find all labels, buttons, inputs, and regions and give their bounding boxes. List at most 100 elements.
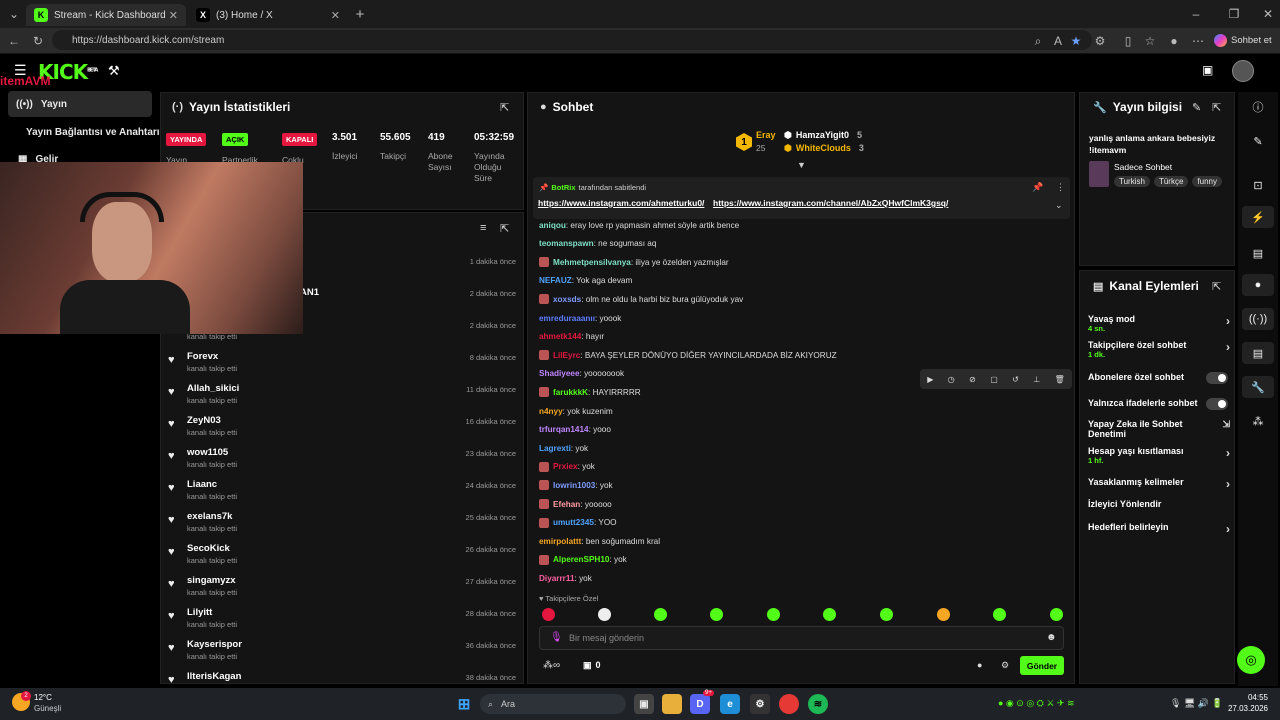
chat-message[interactable]: Prxiex : yok xyxy=(539,460,595,474)
gear-icon[interactable]: ⚙ xyxy=(1001,660,1009,671)
pinned-link-1[interactable]: https://www.instagram.com/ahmetturku0/ xyxy=(538,198,704,208)
more-icon[interactable]: ⋮ xyxy=(1056,182,1065,193)
chat-username[interactable]: LilEyrc xyxy=(553,351,580,360)
timeout-icon[interactable]: ◷ xyxy=(948,375,955,384)
layout-icon[interactable]: ▤ xyxy=(1242,342,1274,364)
chat-username[interactable]: AlperenSPH10 xyxy=(553,555,609,564)
leaderboard-entry[interactable]: ⬢ HamzaYigit0 5 xyxy=(784,130,862,141)
chat-username[interactable]: teomanspawn xyxy=(539,239,594,248)
spotify-icon[interactable]: ≋ xyxy=(808,694,828,714)
windows-start-icon[interactable]: ⊞ xyxy=(454,694,474,714)
chat-message[interactable]: Diyarrr11 : yok xyxy=(539,571,592,585)
emoji-icon[interactable]: ☻ xyxy=(1046,632,1057,643)
activity-name[interactable]: singamyzx xyxy=(187,575,236,586)
read-aloud-icon[interactable]: A xyxy=(1048,31,1068,51)
chat-message[interactable]: xoxsds : olm ne oldu la harbi biz bura g… xyxy=(539,292,743,306)
send-button[interactable]: Gönder xyxy=(1020,656,1064,675)
chat-username[interactable]: xoxsds xyxy=(553,295,581,304)
emote-button[interactable] xyxy=(1050,608,1063,621)
chat-username[interactable]: n4nyy xyxy=(539,407,563,416)
chat-username[interactable]: lowrin1003 xyxy=(553,481,595,490)
chat-message[interactable]: Mehmetpensilvanya : iliya ye özelden yaz… xyxy=(539,255,729,269)
steam-icon[interactable]: ⚙ xyxy=(750,694,770,714)
activity-name[interactable]: Kayserispor xyxy=(187,639,242,650)
chat-username[interactable]: emirpolattt xyxy=(539,537,581,546)
chat-message[interactable]: farukkkK : HAYIRRRRR xyxy=(539,385,641,399)
chat-username[interactable]: Lagrexti xyxy=(539,444,571,453)
activity-name[interactable]: Lilyitt xyxy=(187,607,212,618)
extensions-icon[interactable]: ⚙ xyxy=(1090,31,1110,51)
channel-action-item[interactable]: Hesap yaşı kısıtlaması 1 hf. › xyxy=(1088,446,1230,465)
emote-button[interactable] xyxy=(993,608,1006,621)
activity-name[interactable]: Liaanc xyxy=(187,479,217,490)
channel-action-item[interactable]: Yalnızca ifadelerle sohbet xyxy=(1088,398,1228,410)
tray-icons[interactable]: ● ◉ ⊙ ◎ ⛭ ⚔ ✈ ≋ xyxy=(998,698,1075,709)
chat-username[interactable]: Prxiex xyxy=(553,462,578,471)
tag[interactable]: funny xyxy=(1192,176,1222,187)
channel-action-item[interactable]: Abonelere özel sohbet xyxy=(1088,372,1228,384)
channel-points-icon[interactable]: ⁂∞ xyxy=(543,660,560,671)
emote-button[interactable] xyxy=(710,608,723,621)
popout-icon[interactable]: ⇱ xyxy=(500,222,509,235)
window-close-icon[interactable]: ✕ xyxy=(1258,4,1278,24)
copilot-button[interactable]: Sohbet et xyxy=(1214,32,1272,48)
chat-message[interactable]: trfurqan1414 : yooo xyxy=(539,423,611,437)
chat-message[interactable]: Shadiyeee : yoooooook xyxy=(539,367,624,381)
edge-icon[interactable]: e xyxy=(720,694,740,714)
system-tray-icons[interactable]: 🎙 🖥 🔊 🔋 xyxy=(1170,698,1223,709)
tag[interactable]: Türkçe xyxy=(1153,176,1189,187)
emote-button[interactable] xyxy=(654,608,667,621)
info-icon[interactable]: ⓘ xyxy=(1242,96,1274,118)
tab-kick-dashboard[interactable]: K Stream - Kick Dashboard ✕ xyxy=(26,4,186,26)
tab-list-icon[interactable]: ⌄ xyxy=(4,4,24,24)
file-explorer-icon[interactable] xyxy=(662,694,682,714)
chat-message[interactable]: AlperenSPH10 : yok xyxy=(539,553,627,567)
popout-icon[interactable]: ⇱ xyxy=(1212,101,1221,114)
chrome-icon[interactable] xyxy=(779,694,799,714)
chat-message[interactable]: n4nyy : yok kuzenim xyxy=(539,404,613,418)
popout-icon[interactable]: ⇱ xyxy=(1212,280,1221,293)
taskbar-search[interactable]: ⌕ Ara xyxy=(480,694,626,714)
document-icon[interactable]: ▤ xyxy=(1242,242,1274,264)
close-icon[interactable]: ✕ xyxy=(331,9,340,22)
trash-icon[interactable]: 🗑 xyxy=(1055,375,1065,384)
chat-icon[interactable]: ● xyxy=(1242,274,1274,296)
pen-icon[interactable]: ✎ xyxy=(1242,130,1274,152)
weather-temp[interactable]: 12°C xyxy=(34,693,52,702)
support-icon[interactable]: ◎ xyxy=(1237,646,1265,674)
channel-action-item[interactable]: Yasaklanmış kelimeler › xyxy=(1088,477,1230,491)
unpin-icon[interactable]: 📌 xyxy=(1032,182,1043,193)
chat-message[interactable]: teomanspawn : ne soguması aq xyxy=(539,237,656,251)
copy-icon[interactable]: ▢ xyxy=(990,375,998,384)
chat-message[interactable]: ahmetk144 : hayır xyxy=(539,330,604,344)
profile-avatar[interactable]: ● xyxy=(1164,31,1184,51)
chat-message[interactable]: LilEyrc : BAYA ŞEYLER DÖNÜYO DİĞER YAYIN… xyxy=(539,348,837,362)
chat-username[interactable]: Shadiyeee xyxy=(539,369,580,378)
chat-message[interactable]: aniqou : eray love rp yapmasin ahmet söy… xyxy=(539,218,739,232)
nav-item-stream-key[interactable]: Yayın Bağlantısı ve Anahtarı xyxy=(26,127,160,138)
leaderboard-entry[interactable]: ⬢ WhiteClouds 3 xyxy=(784,143,864,154)
creator-mode-icon[interactable]: ▣ xyxy=(1202,63,1213,77)
activity-name[interactable]: Allah_sikici xyxy=(187,383,239,394)
chat-username[interactable]: NEFAUZ xyxy=(539,276,572,285)
toggle-switch[interactable] xyxy=(1206,372,1228,384)
new-tab-icon[interactable]: + xyxy=(350,4,370,24)
chat-settings-bubble-icon[interactable]: ● xyxy=(977,660,982,670)
channel-action-item[interactable]: Yavaş mod 4 sn. › xyxy=(1088,314,1230,333)
broadcast-icon[interactable]: ((·)) xyxy=(1242,308,1274,330)
user-avatar[interactable] xyxy=(1232,60,1254,82)
chat-username[interactable]: Diyarrr11 xyxy=(539,574,575,583)
share-icon[interactable]: ⁂ xyxy=(1242,410,1274,432)
filter-icon[interactable]: ≡ xyxy=(480,222,486,234)
capture-icon[interactable]: ⊡ xyxy=(1242,174,1274,196)
chat-message[interactable]: emirpolattt : ben soğumadım kral xyxy=(539,534,660,548)
chat-username[interactable]: aniqou xyxy=(539,221,566,230)
chat-message[interactable]: Lagrexti : yok xyxy=(539,441,588,455)
chat-username[interactable]: umutt2345 xyxy=(553,518,594,527)
expand-leaderboard-icon[interactable]: ▼ xyxy=(797,160,806,170)
chat-message[interactable]: emreduraaanıı : yoook xyxy=(539,311,621,325)
popout-icon[interactable]: ⇱ xyxy=(500,101,509,114)
emote-button[interactable] xyxy=(598,608,611,621)
pinned-link-2[interactable]: https://www.instagram.com/channel/AbZxQH… xyxy=(713,198,948,208)
ban-icon[interactable]: ⊘ xyxy=(969,375,976,384)
